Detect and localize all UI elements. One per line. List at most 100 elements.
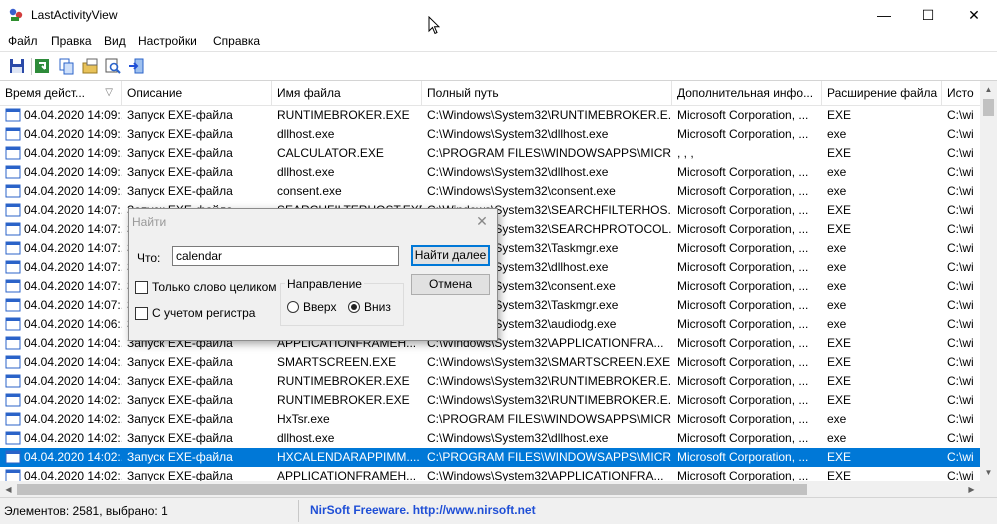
cell-extension: EXE [827,450,852,464]
cell-source: C:\wi [947,146,974,160]
column-header-info[interactable]: Дополнительная инфо... [672,81,822,105]
cell-info: Microsoft Corporation, ... [677,355,809,369]
find-icon[interactable] [104,57,122,75]
horizontal-scrollbar[interactable]: ◀ ▶ [0,481,980,498]
vertical-scrollbar[interactable]: ▲ ▼ [980,81,997,481]
cell-time: 04.04.2020 14:04:... [24,336,122,350]
cell-extension: exe [827,279,847,293]
table-row[interactable]: 04.04.2020 14:02:... Запуск EXE-файла dllh… [0,429,980,448]
cell-description: Запуск EXE-файла [127,165,233,179]
cell-extension: EXE [827,393,852,407]
cell-fullpath: C:\Windows\System32\RUNTIMEBROKER.E... [427,393,672,407]
cell-extension: EXE [827,355,852,369]
cell-source: C:\wi [947,241,974,255]
find-dialog-close-icon[interactable]: ✕ [473,212,491,230]
table-row[interactable]: 04.04.2020 14:02:... Запуск EXE-файла HxTs… [0,410,980,429]
match-case-checkbox[interactable] [135,307,148,320]
horizontal-scroll-thumb[interactable] [17,484,807,495]
cell-extension: EXE [827,108,852,122]
exit-icon[interactable] [127,57,145,75]
cell-description: Запуск EXE-файла [127,412,233,426]
cell-extension: EXE [827,222,852,236]
table-row[interactable]: 04.04.2020 14:02:... Запуск EXE-файла RUNT… [0,391,980,410]
column-header-filename[interactable]: Имя файла [272,81,422,105]
cell-extension: EXE [827,374,852,388]
cell-filename: dllhost.exe [277,431,335,445]
table-row[interactable]: 04.04.2020 14:04:... Запуск EXE-файла RUNT… [0,372,980,391]
title-bar[interactable]: LastActivityView — ☐ ✕ [0,0,997,35]
table-row[interactable]: 04.04.2020 14:09:... Запуск EXE-файла CALC… [0,144,980,163]
menu-file[interactable]: Файл [8,34,38,48]
cell-extension: exe [827,317,847,331]
properties-icon[interactable] [81,57,99,75]
vertical-scroll-thumb[interactable] [983,99,994,116]
cell-filename: SMARTSCREEN.EXE [277,355,397,369]
cell-filename: RUNTIMEBROKER.EXE [277,108,410,122]
cancel-button[interactable]: Отмена [411,274,490,295]
cell-extension: exe [827,241,847,255]
cell-description: Запуск EXE-файла [127,450,233,464]
cell-description: Запуск EXE-файла [127,374,233,388]
cell-source: C:\wi [947,165,974,179]
scroll-down-icon[interactable]: ▼ [980,464,997,481]
scrollbar-corner [980,481,997,498]
cell-fullpath: C:\PROGRAM FILES\WINDOWSAPPS\MICR... [427,412,672,426]
cell-description: Запуск EXE-файла [127,393,233,407]
direction-down-radio[interactable] [348,301,360,313]
close-button[interactable]: ✕ [951,0,997,31]
column-header-extension[interactable]: Расширение файла [822,81,942,105]
cell-source: C:\wi [947,355,974,369]
status-item-count: Элементов: 2581, выбрано: 1 [4,504,168,518]
menu-help[interactable]: Справка [213,34,260,48]
cell-source: C:\wi [947,374,974,388]
save-icon[interactable] [8,57,26,75]
cell-source: C:\wi [947,336,974,350]
menu-settings[interactable]: Настройки [138,34,197,48]
cell-filename: CALCULATOR.EXE [277,146,384,160]
cell-extension: exe [827,165,847,179]
cell-time: 04.04.2020 14:07:... [24,279,122,293]
cell-fullpath: C:\Windows\System32\consent.exe [427,184,616,198]
cell-info: Microsoft Corporation, ... [677,127,809,141]
menu-view[interactable]: Вид [104,34,126,48]
column-header-fullpath[interactable]: Полный путь [422,81,672,105]
cell-filename: RUNTIMEBROKER.EXE [277,374,410,388]
table-row[interactable]: 04.04.2020 14:09:... Запуск EXE-файла cons… [0,182,980,201]
table-row[interactable]: 04.04.2020 14:09:... Запуск EXE-файла dllh… [0,163,980,182]
column-header-time[interactable]: Время дейст... ▽ [0,81,122,105]
cell-extension: exe [827,184,847,198]
cell-info: Microsoft Corporation, ... [677,203,809,217]
table-row[interactable]: 04.04.2020 14:02:... Запуск EXE-файла HXCA… [0,448,980,467]
cell-fullpath: C:\PROGRAM FILES\WINDOWSAPPS\MICR... [427,450,672,464]
cell-time: 04.04.2020 14:09:... [24,127,122,141]
cell-extension: exe [827,412,847,426]
cell-filename: consent.exe [277,184,342,198]
minimize-button[interactable]: — [861,0,907,31]
find-what-input[interactable]: calendar [172,246,399,266]
cell-description: Запуск EXE-файла [127,127,233,141]
scroll-left-icon[interactable]: ◀ [0,481,17,498]
column-header-description[interactable]: Описание [122,81,272,105]
column-header-source[interactable]: Исто [942,81,980,105]
refresh-icon[interactable] [33,57,51,75]
cell-source: C:\wi [947,412,974,426]
menu-edit[interactable]: Правка [51,34,92,48]
table-row[interactable]: 04.04.2020 14:09:... Запуск EXE-файла dllh… [0,125,980,144]
cell-info: Microsoft Corporation, ... [677,412,809,426]
scroll-up-icon[interactable]: ▲ [980,81,997,98]
find-next-button[interactable]: Найти далее [411,245,490,266]
whole-word-label: Только слово целиком [152,280,277,294]
cell-filename: dllhost.exe [277,127,335,141]
sort-arrow-icon: ▽ [105,87,113,98]
toolbar-separator [31,58,32,75]
nirsoft-link[interactable]: NirSoft Freeware. http://www.nirsoft.net [310,503,536,517]
maximize-button[interactable]: ☐ [905,0,951,31]
copy-icon[interactable] [57,57,75,75]
cell-source: C:\wi [947,450,974,464]
table-row[interactable]: 04.04.2020 14:09:... Запуск EXE-файла RUNT… [0,106,980,125]
table-row[interactable]: 04.04.2020 14:04:... Запуск EXE-файла SMAR… [0,353,980,372]
cell-info: Microsoft Corporation, ... [677,165,809,179]
whole-word-checkbox[interactable] [135,281,148,294]
scroll-right-icon[interactable]: ▶ [963,481,980,498]
direction-up-radio[interactable] [287,301,299,313]
